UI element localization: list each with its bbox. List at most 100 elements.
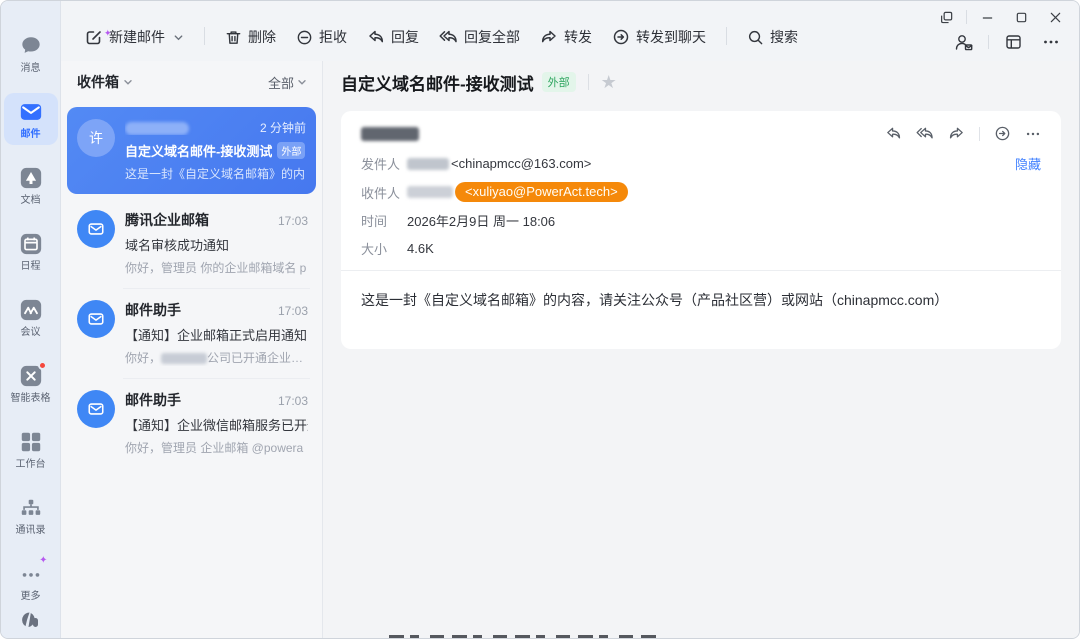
mail-card: 发件人 <chinapmcc@163.com> 隐藏 收件人 <xuliyao@… [341, 111, 1061, 349]
contact-mail-icon[interactable] [950, 29, 978, 55]
from-name-redacted [407, 158, 449, 170]
mail-list-item[interactable]: 邮件助手 17:03 【通知】企业邮箱正式启用通知 你好，公司已开通企业微信 [65, 288, 318, 378]
toolbar-divider [204, 27, 205, 45]
folder-selector[interactable]: 收件箱 [77, 72, 134, 92]
chat-bubble-icon [18, 33, 44, 59]
mail-list-item-selected[interactable]: 许 2 分钟前 自定义域名邮件-接收测试 外部 这是一封《自定义域名邮箱》的内 [67, 107, 316, 194]
unread-dot-badge [38, 361, 47, 370]
mail-preview: 你好，管理员 企业邮箱 @powera [125, 439, 308, 456]
sender-avatar: 许 [77, 119, 115, 157]
mail-meta: 发件人 <chinapmcc@163.com> 隐藏 收件人 <xuliyao@… [361, 154, 1041, 258]
card-actions [885, 125, 1041, 142]
mail-content-panel: 自定义域名邮件-接收测试 外部 ★ [323, 61, 1079, 638]
mail-body-text: 这是一封《自定义域名邮箱》的内容，请关注公众号（产品社区营）或网站（chinap… [361, 271, 1041, 329]
sidebar-item-messages[interactable]: 消息 [4, 27, 58, 79]
sidebar-item-label: 文档 [21, 195, 41, 207]
forward-to-chat-button[interactable]: 转发到聊天 [604, 22, 714, 52]
sidebar-item-label: 日程 [21, 261, 41, 273]
more-dots-icon: ✦ [18, 561, 44, 587]
chat-forward-icon [612, 28, 630, 46]
hide-details-link[interactable]: 隐藏 [1015, 154, 1041, 173]
mail-subject: 自定义域名邮件-接收测试 [125, 141, 272, 160]
mail-time: 17:03 [278, 394, 308, 408]
mail-toolbar: ✦ 新建邮件 删除 拒收 回复 [61, 1, 1079, 61]
sidebar-item-label: 工作台 [16, 459, 46, 471]
chat-forward-icon[interactable] [994, 125, 1011, 142]
sidebar-item-docs[interactable]: 文档 [4, 159, 58, 211]
reply-button[interactable]: 回复 [359, 22, 427, 52]
mail-preview: 这是一封《自定义域名邮箱》的内 [125, 165, 306, 182]
reply-all-icon[interactable] [916, 125, 934, 142]
window-divider [966, 10, 967, 24]
close-button[interactable] [1041, 6, 1069, 28]
layout-panel-icon[interactable] [999, 29, 1027, 55]
utility-divider [988, 35, 989, 49]
sender-avatar [77, 390, 115, 428]
sidebar-item-label: 通讯录 [16, 525, 46, 537]
mail-app-window: 消息 邮件 文档 日程 会议 [0, 0, 1080, 639]
sidebar-item-label: 会议 [21, 327, 41, 339]
star-icon[interactable]: ★ [601, 73, 617, 91]
forward-icon [540, 28, 558, 46]
grid-icon [18, 429, 44, 455]
search-icon [747, 29, 764, 46]
envelope-icon [87, 400, 105, 418]
mail-list-panel: 收件箱 全部 许 2 分钟前 [61, 61, 323, 638]
app-logo-icon[interactable] [18, 607, 44, 633]
compose-icon: ✦ [85, 28, 103, 46]
card-sender-redacted [361, 127, 419, 141]
new-mail-button[interactable]: ✦ 新建邮件 [77, 22, 192, 52]
popout-icon[interactable] [932, 6, 960, 28]
envelope-icon [87, 310, 105, 328]
maximize-button[interactable] [1007, 6, 1035, 28]
sidebar-item-contacts[interactable]: 通讯录 [4, 489, 58, 541]
sidebar-item-workbench[interactable]: 工作台 [4, 423, 58, 475]
reject-button[interactable]: 拒收 [288, 22, 355, 52]
delete-button[interactable]: 删除 [217, 22, 284, 52]
mail-list-item[interactable]: 腾讯企业邮箱 17:03 域名审核成功通知 你好，管理员 你的企业邮箱域名 p [65, 198, 318, 288]
document-icon [18, 165, 44, 191]
mail-title-row: 自定义域名邮件-接收测试 外部 ★ [323, 61, 1079, 103]
sidebar-item-mail[interactable]: 邮件 [4, 93, 58, 145]
sidebar-item-label: 更多 [21, 591, 41, 603]
sidebar-item-smart-table[interactable]: 智能表格 [4, 357, 58, 409]
mail-preview: 你好，管理员 你的企业邮箱域名 p [125, 259, 308, 276]
cropped-background-text [389, 635, 659, 638]
sidebar-item-calendar[interactable]: 日程 [4, 225, 58, 277]
mail-list-item[interactable]: 邮件助手 17:03 【通知】企业微信邮箱服务已开通 你好，管理员 企业邮箱 @… [65, 378, 318, 468]
forward-button[interactable]: 转发 [532, 22, 600, 52]
sender-avatar [77, 300, 115, 338]
minimize-button[interactable] [973, 6, 1001, 28]
mail-list-scroll[interactable]: 许 2 分钟前 自定义域名邮件-接收测试 外部 这是一封《自定义域名邮箱》的内 [61, 103, 322, 638]
meeting-icon [18, 297, 44, 323]
sparkle-icon: ✦ [39, 555, 47, 566]
envelope-icon [87, 220, 105, 238]
reply-icon[interactable] [885, 125, 902, 142]
sidebar-nav: 消息 邮件 文档 日程 会议 [1, 1, 61, 638]
search-button[interactable]: 搜索 [739, 22, 806, 52]
sidebar-item-meeting[interactable]: 会议 [4, 291, 58, 343]
forward-icon[interactable] [948, 125, 965, 142]
sidebar-item-label: 消息 [21, 63, 41, 75]
sender-name-redacted [125, 119, 254, 135]
sidebar-item-more[interactable]: ✦ 更多 [4, 555, 58, 607]
to-label: 收件人 [361, 183, 407, 202]
reply-all-icon [439, 28, 458, 46]
org-chart-icon [18, 495, 44, 521]
mail-preview: 你好，公司已开通企业微信 [125, 349, 308, 366]
more-icon[interactable] [1025, 126, 1041, 142]
sidebar-item-label: 邮件 [21, 129, 41, 141]
redacted-text [161, 353, 207, 364]
more-icon[interactable] [1037, 29, 1065, 55]
toolbar-utilities [950, 29, 1065, 55]
calendar-icon [18, 231, 44, 257]
reply-all-button[interactable]: 回复全部 [431, 22, 528, 52]
window-controls [932, 6, 1069, 28]
toolbar-divider [726, 27, 727, 45]
mail-time: 2 分钟前 [260, 119, 306, 136]
sparkle-icon: ✦ [104, 28, 112, 39]
sidebar-item-label: 智能表格 [11, 393, 51, 405]
filter-selector[interactable]: 全部 [268, 73, 308, 92]
sender-avatar [77, 210, 115, 248]
envelope-icon [18, 99, 44, 125]
